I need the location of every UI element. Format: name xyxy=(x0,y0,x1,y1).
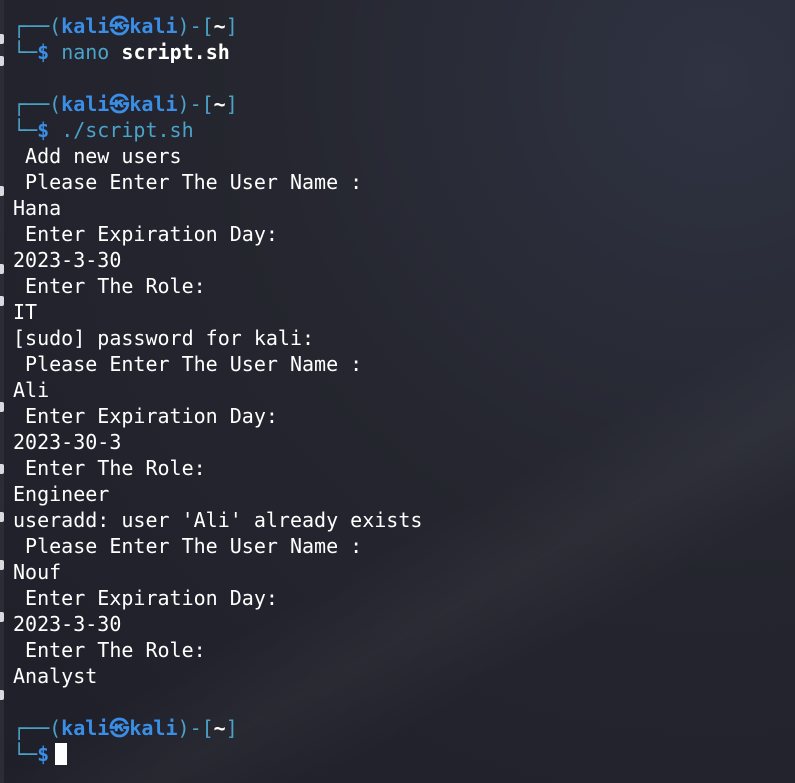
edge-marker xyxy=(0,186,4,196)
active-command-line[interactable]: └─$ xyxy=(13,741,795,767)
desktop-edge xyxy=(0,0,4,783)
edge-marker xyxy=(0,464,4,474)
output-line: Engineer xyxy=(13,482,110,506)
output-line: Hana xyxy=(13,196,62,220)
output-line: Please Enter The User Name : xyxy=(13,534,363,558)
output-line: Analyst xyxy=(13,664,98,688)
command-line: └─$ nano script.sh xyxy=(13,40,230,64)
output-line: Add new users xyxy=(13,144,182,168)
edge-marker xyxy=(0,296,4,306)
output-line: [sudo] password for kali: xyxy=(13,326,315,350)
output-line: Enter The Role: xyxy=(13,274,206,298)
output-line: Enter The Role: xyxy=(13,638,206,662)
output-line: 2023-3-30 xyxy=(13,612,122,636)
output-line: 2023-3-30 xyxy=(13,248,122,272)
edge-marker xyxy=(0,34,4,44)
output-line: Enter Expiration Day: xyxy=(13,586,278,610)
kali-skull-icon: ㉿ xyxy=(109,716,130,740)
output-line: Enter Expiration Day: xyxy=(13,222,278,246)
edge-marker xyxy=(0,690,4,700)
output-line: Enter The Role: xyxy=(13,456,206,480)
output-line: Enter Expiration Day: xyxy=(13,404,278,428)
output-line: Nouf xyxy=(13,560,62,584)
edge-marker xyxy=(0,402,4,412)
edge-marker xyxy=(0,264,4,274)
kali-skull-icon: ㉿ xyxy=(109,14,130,38)
edge-marker xyxy=(0,612,4,622)
output-line: Ali xyxy=(13,378,50,402)
output-line: Please Enter The User Name : xyxy=(13,352,363,376)
output-line: useradd: user 'Ali' already exists xyxy=(13,508,423,532)
kali-skull-icon: ㉿ xyxy=(109,92,130,116)
prompt-header: ┌──(kali㉿kali)-[~] xyxy=(13,716,238,740)
output-line: Please Enter The User Name : xyxy=(13,170,363,194)
text-cursor xyxy=(55,743,68,765)
edge-marker xyxy=(0,560,4,570)
prompt-header: ┌──(kali㉿kali)-[~] xyxy=(13,14,238,38)
script-output: Add new users Please Enter The User Name… xyxy=(13,143,795,689)
output-line: 2023-30-3 xyxy=(13,430,122,454)
edge-marker xyxy=(0,56,4,66)
output-line: IT xyxy=(13,300,38,324)
edge-marker xyxy=(0,512,4,522)
prompt-header: ┌──(kali㉿kali)-[~] xyxy=(13,92,238,116)
command-line: └─$ ./script.sh xyxy=(13,118,194,142)
terminal-window[interactable]: ┌──(kali㉿kali)-[~] └─$ nano script.sh ┌─… xyxy=(13,13,795,783)
